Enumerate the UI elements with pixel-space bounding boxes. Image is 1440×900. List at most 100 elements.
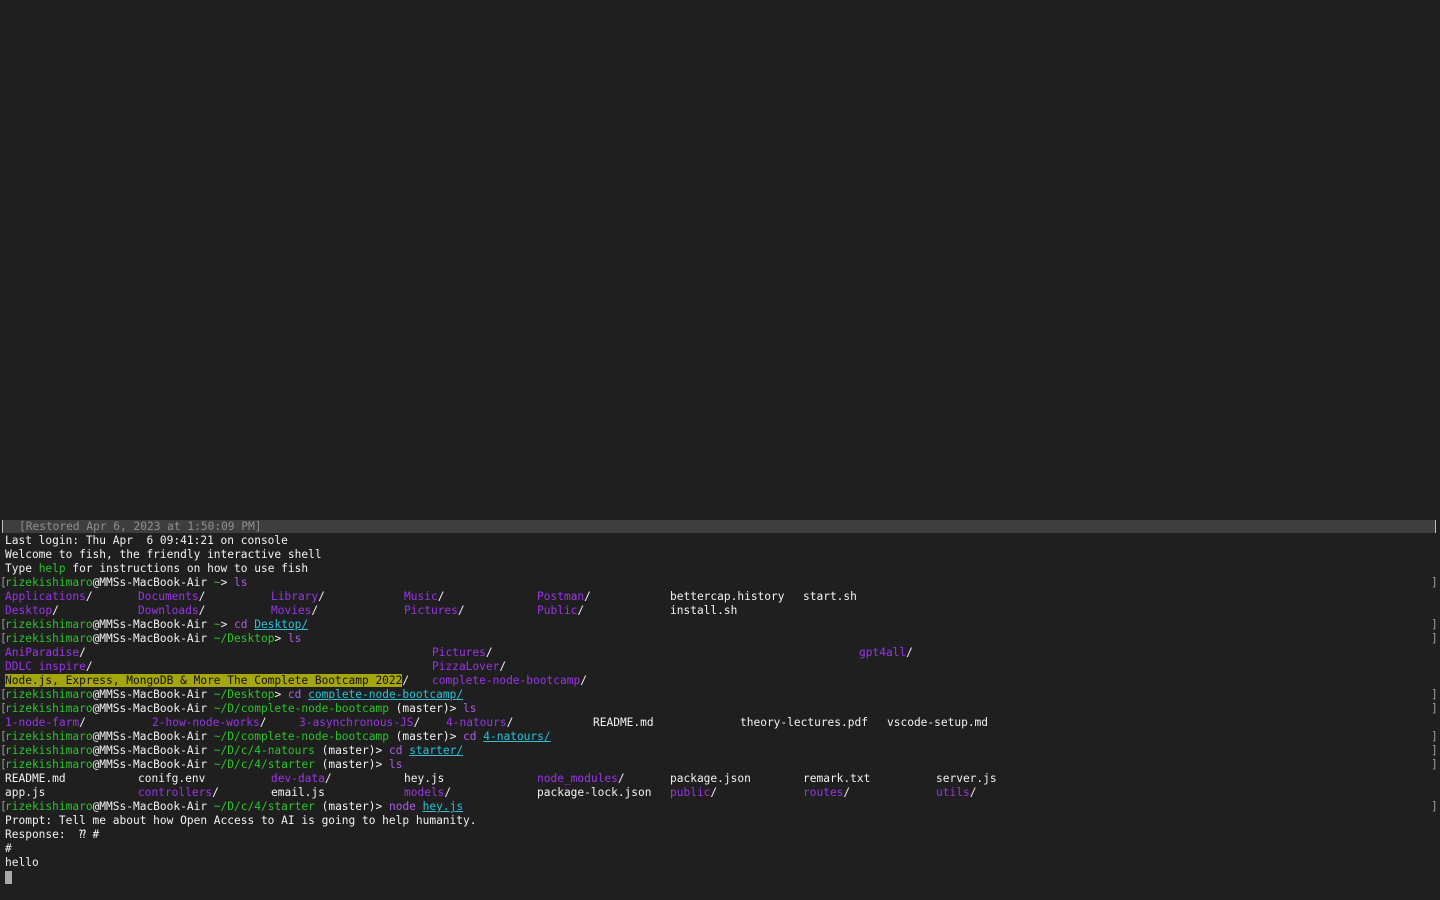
prompt-user: rizekishimaro xyxy=(5,688,93,701)
program-response-line: Response: ⁇ # xyxy=(5,828,100,841)
prompt-cwd: ~/Desktop xyxy=(207,688,275,701)
file-entry: README.md xyxy=(593,716,654,729)
dir-entry: Movies/ xyxy=(271,604,319,617)
dir-entry: Desktop/ xyxy=(5,604,59,617)
prompt-host: @MMSs-MacBook-Air xyxy=(92,632,208,645)
file-entry: install.sh xyxy=(670,604,738,617)
prompt-bracket-right: ] xyxy=(1431,758,1438,771)
prompt-host: @MMSs-MacBook-Air xyxy=(92,800,208,813)
dir-entry: Pictures/ xyxy=(432,646,493,659)
dir-entry: dev-data/ xyxy=(271,772,332,785)
prompt-branch: (master) xyxy=(314,800,376,813)
prompt-bracket-right: ] xyxy=(1431,730,1438,743)
program-output-line: # xyxy=(5,842,12,855)
prompt-user: rizekishimaro xyxy=(5,618,93,631)
prompt-bracket-right: ] xyxy=(1431,632,1438,645)
prompt-branch: (master) xyxy=(388,730,450,743)
prompt-symbol: > xyxy=(449,730,464,743)
prompt-command: ls xyxy=(388,758,403,771)
prompt-bracket-right: ] xyxy=(1431,702,1438,715)
file-entry: package.json xyxy=(670,772,751,785)
dir-entry: models/ xyxy=(404,786,452,799)
dir-entry: public/ xyxy=(670,786,718,799)
prompt-symbol: > xyxy=(220,618,235,631)
prompt-command: ls xyxy=(463,702,477,715)
prompt-bracket-right: ] xyxy=(1431,688,1438,701)
dir-entry: Applications/ xyxy=(5,590,93,603)
dir-entry: PizzaLover/ xyxy=(432,660,507,673)
prompt-line: rizekishimaro@MMSs-MacBook-Air ~/D/compl… xyxy=(5,730,551,744)
dir-entry: Pictures/ xyxy=(404,604,465,617)
prompt-command: cd xyxy=(287,688,309,701)
file-entry: hey.js xyxy=(404,772,445,785)
prompt-cwd: ~/D/c/4/starter xyxy=(207,800,315,813)
dir-entry: controllers/ xyxy=(138,786,219,799)
prompt-user: rizekishimaro xyxy=(5,800,93,813)
program-prompt-line: Prompt: Tell me about how Open Access to… xyxy=(5,814,477,827)
prompt-argument: 4-natours/ xyxy=(483,730,551,743)
file-entry: email.js xyxy=(271,786,325,799)
prompt-branch: (master) xyxy=(314,758,376,771)
prompt-branch: (master) xyxy=(314,744,376,757)
terminal-window[interactable]: [Restored Apr 6, 2023 at 1:50:09 PM] Las… xyxy=(0,0,1440,900)
prompt-argument: complete-node-bootcamp/ xyxy=(308,688,464,701)
dir-entry: Music/ xyxy=(404,590,445,603)
prompt-line: rizekishimaro@MMSs-MacBook-Air ~/D/c/4/s… xyxy=(5,758,402,772)
prompt-line: rizekishimaro@MMSs-MacBook-Air ~/Desktop… xyxy=(5,688,463,702)
dir-entry: Public/ xyxy=(537,604,585,617)
prompt-host: @MMSs-MacBook-Air xyxy=(92,730,208,743)
prompt-host: @MMSs-MacBook-Air xyxy=(92,702,208,715)
file-entry: app.js xyxy=(5,786,46,799)
prompt-command: cd xyxy=(463,730,484,743)
prompt-symbol: > xyxy=(274,632,288,645)
prompt-host: @MMSs-MacBook-Air xyxy=(92,758,208,771)
welcome-line: Welcome to fish, the friendly interactiv… xyxy=(5,548,322,561)
prompt-user: rizekishimaro xyxy=(5,576,93,589)
dir-entry: routes/ xyxy=(803,786,851,799)
prompt-cwd: ~/D/complete-node-bootcamp xyxy=(207,730,389,743)
prompt-bracket-right: ] xyxy=(1431,800,1438,813)
file-entry: theory-lectures.pdf xyxy=(740,716,868,729)
prompt-command: ls xyxy=(234,576,248,589)
prompt-command: ls xyxy=(287,632,302,645)
dir-entry: node_modules/ xyxy=(537,772,625,785)
dir-entry: utils/ xyxy=(936,786,977,799)
prompt-cwd: ~/D/c/4/starter xyxy=(207,758,315,771)
prompt-command: cd xyxy=(234,618,255,631)
last-login-line: Last login: Thu Apr 6 09:41:21 on consol… xyxy=(5,534,288,547)
prompt-command: cd xyxy=(388,744,410,757)
help-pre: Type xyxy=(5,562,39,575)
prompt-symbol: > xyxy=(375,744,389,757)
dir-entry: 1-node-farm/ xyxy=(5,716,86,729)
prompt-symbol: > xyxy=(449,702,464,715)
prompt-cwd: ~/D/complete-node-bootcamp xyxy=(207,702,389,715)
prompt-cwd: ~ xyxy=(207,576,221,589)
dir-entry: AniParadise/ xyxy=(5,646,86,659)
prompt-symbol: > xyxy=(220,576,235,589)
prompt-line: rizekishimaro@MMSs-MacBook-Air ~/D/compl… xyxy=(5,702,477,716)
prompt-argument: Desktop/ xyxy=(254,618,309,631)
prompt-symbol: > xyxy=(375,758,389,771)
dir-entry-highlighted: Node.js, Express, MongoDB & More The Com… xyxy=(5,674,410,687)
prompt-user: rizekishimaro xyxy=(5,730,93,743)
help-command: help xyxy=(38,562,66,575)
dir-entry: Downloads/ xyxy=(138,604,206,617)
dir-entry: Library/ xyxy=(271,590,325,603)
file-entry: bettercap.history xyxy=(670,590,785,603)
file-entry: server.js xyxy=(936,772,997,785)
prompt-user: rizekishimaro xyxy=(5,702,93,715)
prompt-line: rizekishimaro@MMSs-MacBook-Air ~> ls xyxy=(5,576,248,590)
program-output-line: hello xyxy=(5,856,39,869)
file-entry: conifg.env xyxy=(138,772,206,785)
dir-entry: complete-node-bootcamp/ xyxy=(432,674,587,687)
text-cursor[interactable] xyxy=(5,871,12,884)
file-entry: README.md xyxy=(5,772,66,785)
prompt-line: rizekishimaro@MMSs-MacBook-Air ~/D/c/4-n… xyxy=(5,744,463,758)
dir-entry: 2-how-node-works/ xyxy=(152,716,267,729)
dir-entry: 4-natours/ xyxy=(446,716,514,729)
file-entry: remark.txt xyxy=(803,772,871,785)
prompt-cwd: ~ xyxy=(207,618,221,631)
prompt-user: rizekishimaro xyxy=(5,632,93,645)
prompt-line: rizekishimaro@MMSs-MacBook-Air ~> cd Des… xyxy=(5,618,308,632)
prompt-command: node xyxy=(388,800,423,813)
